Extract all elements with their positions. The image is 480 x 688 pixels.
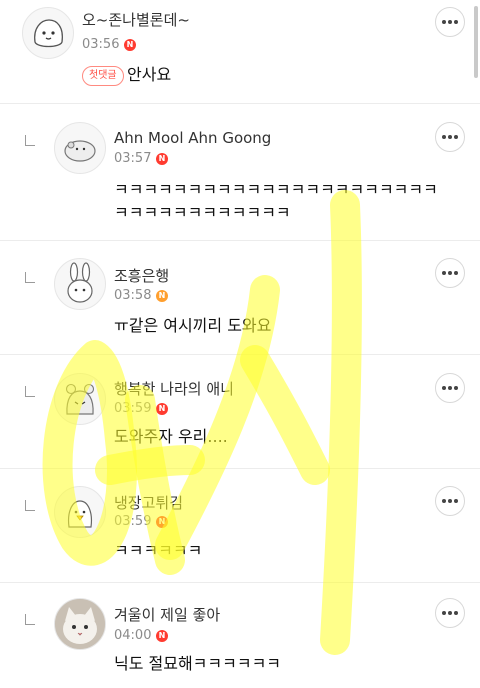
first-comment-tag: 첫댓글 <box>82 66 124 86</box>
more-options-button[interactable] <box>435 258 465 288</box>
author-name[interactable]: 냉장고튀김 <box>114 492 183 513</box>
author-name[interactable]: 행복한 나라의 애니 <box>114 378 234 399</box>
reply-indent-icon <box>25 135 35 146</box>
timestamp: 03:59 <box>114 514 152 529</box>
author-name[interactable]: Ahn Mool Ahn Goong <box>114 129 271 147</box>
avatar[interactable] <box>54 486 106 538</box>
comment-text: 안사요 <box>127 65 172 84</box>
comment-text: 닉도 절묘해ㅋㅋㅋㅋㅋㅋ <box>114 654 282 673</box>
reply-indent-icon <box>25 614 35 625</box>
cat-photo-icon <box>55 599 105 649</box>
more-options-button[interactable] <box>435 122 465 152</box>
comment-item: 겨울이 제일 좋아 04:00 N 닉도 절묘해ㅋㅋㅋㅋㅋㅋ <box>0 582 480 688</box>
avatar[interactable] <box>22 7 74 59</box>
new-badge: N <box>156 403 168 415</box>
new-badge: N <box>156 153 168 165</box>
new-badge: N <box>124 39 136 51</box>
new-badge: N <box>156 516 168 528</box>
author-name[interactable]: 조흥은행 <box>114 265 169 286</box>
timestamp: 03:56 <box>82 37 120 52</box>
author-name[interactable]: 오~존나별론데~ <box>82 9 190 30</box>
timestamp: 03:57 <box>114 151 152 166</box>
comment-text: ㅠ같은 여시끼리 도와요 <box>114 316 272 335</box>
avatar[interactable] <box>54 373 106 425</box>
comment-item: 행복한 나라의 애니 03:59 N 도와주자 우리.... <box>0 354 480 469</box>
more-options-button[interactable] <box>435 598 465 628</box>
comment-item: Ahn Mool Ahn Goong 03:57 N ㅋㅋㅋㅋㅋㅋㅋㅋㅋㅋㅋㅋㅋ… <box>0 103 480 241</box>
bear-character-icon <box>65 383 95 415</box>
more-options-button[interactable] <box>435 373 465 403</box>
more-options-button[interactable] <box>435 7 465 37</box>
author-name[interactable]: 겨울이 제일 좋아 <box>114 604 220 625</box>
new-badge: N <box>156 290 168 302</box>
hippo-character-icon <box>64 140 96 162</box>
reply-indent-icon <box>25 500 35 511</box>
timestamp: 04:00 <box>114 628 152 643</box>
reply-indent-icon <box>25 272 35 283</box>
avatar[interactable] <box>54 258 106 310</box>
comment-item: 냉장고튀김 03:59 N ㅋㅋㅋㅋㅋㅋ <box>0 468 480 583</box>
new-badge: N <box>156 630 168 642</box>
comment-text: ㅋㅋㅋㅋㅋㅋ <box>114 541 203 560</box>
avatar[interactable] <box>54 122 106 174</box>
blob-character-icon <box>34 19 63 48</box>
comment-text: 도와주자 우리.... <box>114 427 228 446</box>
avatar[interactable] <box>54 598 106 650</box>
timestamp: 03:58 <box>114 288 152 303</box>
comment-item: 조흥은행 03:58 N ㅠ같은 여시끼리 도와요 <box>0 240 480 355</box>
scrollbar[interactable] <box>474 6 478 78</box>
comment-item: 오~존나별론데~ 03:56 N 첫댓글 안사요 <box>0 0 480 104</box>
rabbit-character-icon <box>67 262 93 303</box>
penguin-character-icon <box>67 500 93 528</box>
comment-text-line: ㅋㅋㅋㅋㅋㅋㅋㅋㅋㅋㅋㅋ <box>114 203 291 222</box>
more-options-button[interactable] <box>435 486 465 516</box>
reply-indent-icon <box>25 386 35 397</box>
timestamp: 03:59 <box>114 401 152 416</box>
